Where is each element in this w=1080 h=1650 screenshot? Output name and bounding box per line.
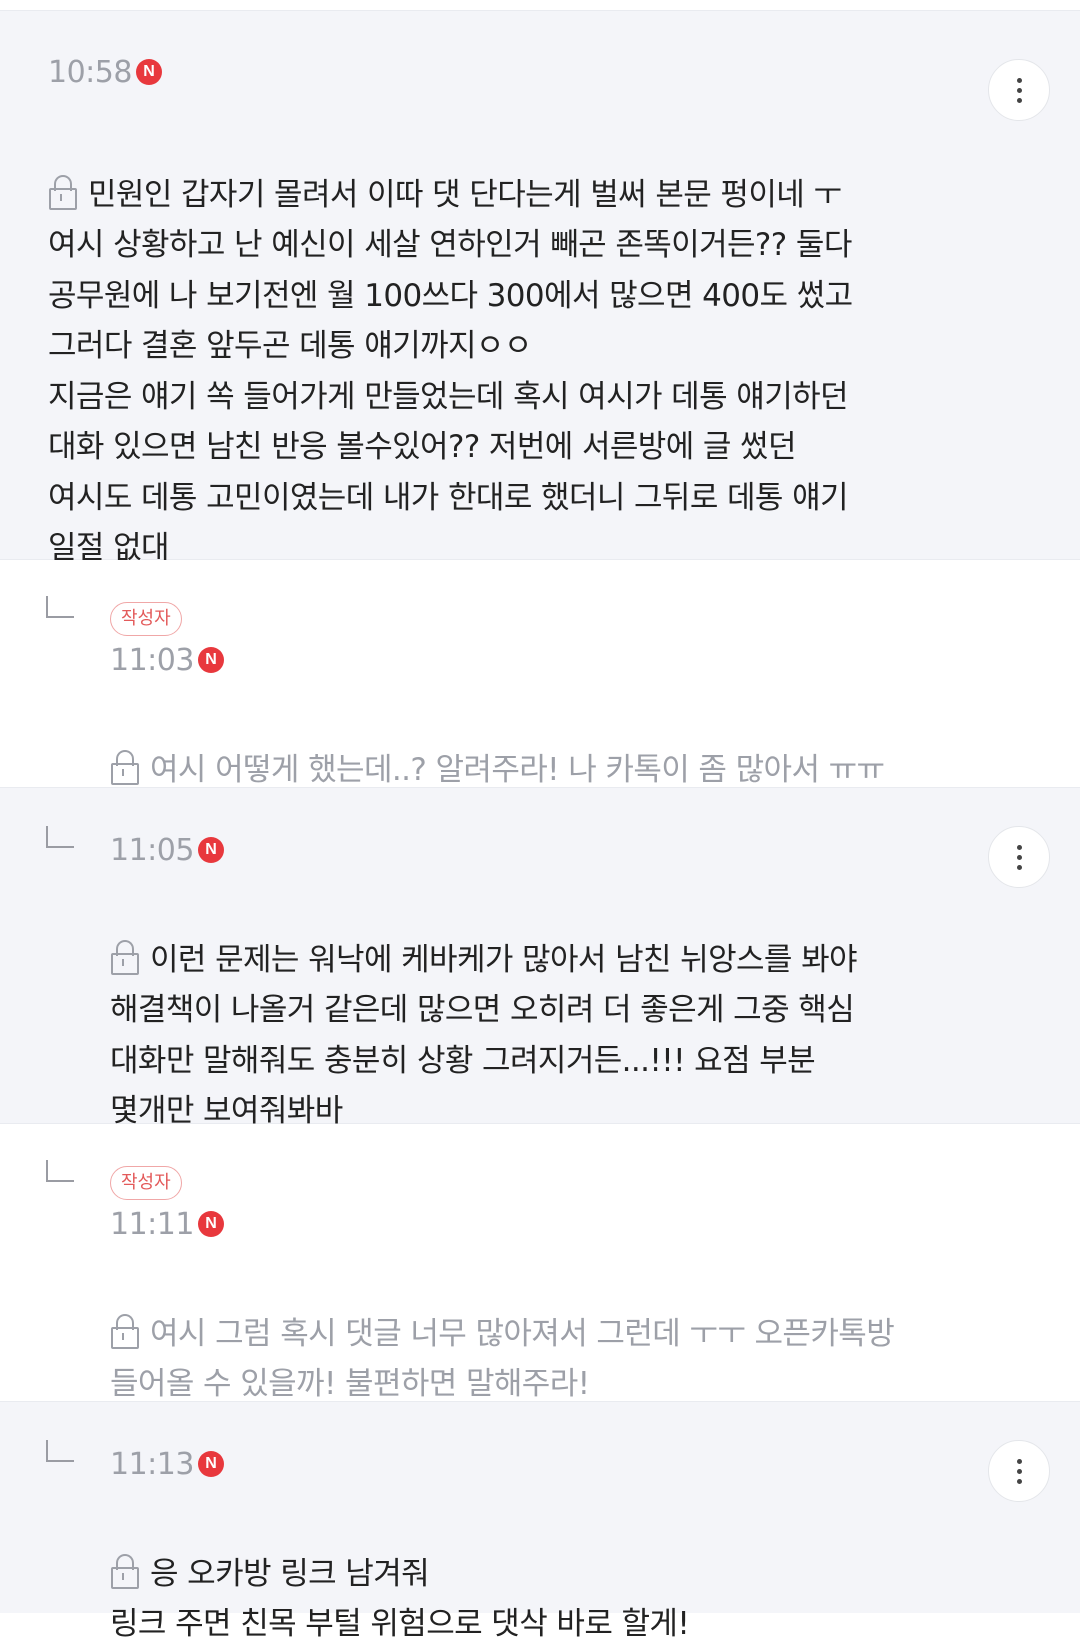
comment-time: 11:11 — [110, 1206, 194, 1242]
reply-arrow-icon — [46, 1440, 74, 1462]
new-badge: N — [197, 1451, 224, 1477]
comment-thread: 10:58 N 민원인 갑자기 몰려서 이따 댓 단다는게 벌써 본문 펑이네 … — [0, 10, 1080, 1642]
new-badge: N — [197, 647, 224, 673]
comment-time: 11:05 — [110, 832, 194, 868]
comment-meta: 11:05 N — [110, 832, 224, 868]
comment-body: 여시 그럼 혹시 댓글 너무 많아져서 그런데 ㅜㅜ 오픈카톡방 들어올 수 있… — [110, 1258, 1010, 1410]
new-badge: N — [197, 837, 224, 863]
reply-item: 11:05 N 이런 문제는 워낙에 케바케가 많아서 남친 뉘앙스를 봐야 해… — [0, 788, 1080, 1129]
author-badge: 작성자 — [110, 1166, 182, 1200]
comment-text: 민원인 갑자기 몰려서 이따 댓 단다는게 벌써 본문 펑이네 ㅜ 여시 상황하… — [48, 176, 853, 567]
comment-meta: 11:11 N — [110, 1206, 224, 1242]
more-options-button[interactable] — [988, 826, 1050, 888]
lock-icon — [110, 749, 140, 785]
more-vertical-icon — [1016, 844, 1022, 870]
reply-arrow-icon — [46, 1160, 74, 1182]
reply-item: 작성자 11:03 N 여시 어떻게 했는데..? 알려주라! 나 카톡이 좀 … — [0, 560, 1080, 788]
comment-meta: 11:13 N — [110, 1446, 224, 1482]
comment-text: 여시 어떻게 했는데..? 알려주라! 나 카톡이 좀 많아서 ㅠㅠ — [150, 751, 885, 788]
lock-icon — [110, 1553, 140, 1589]
comment-text: 이런 문제는 워낙에 케바케가 많아서 남친 뉘앙스를 봐야 해결책이 나올거 … — [110, 941, 858, 1130]
reply-item: 11:13 N 응 오카방 링크 남겨줘 링크 주면 친목 부털 위험으로 댓삭… — [0, 1402, 1080, 1642]
comment-time: 10:58 — [48, 54, 132, 90]
more-vertical-icon — [1016, 1458, 1022, 1484]
comment-meta: 11:03 N — [110, 642, 224, 678]
comment-body: 여시 어떻게 했는데..? 알려주라! 나 카톡이 좀 많아서 ㅠㅠ — [110, 694, 1010, 795]
author-badge: 작성자 — [110, 602, 182, 636]
comment-time: 11:13 — [110, 1446, 194, 1482]
more-vertical-icon — [1016, 77, 1022, 103]
more-options-button[interactable] — [988, 1440, 1050, 1502]
lock-icon — [110, 1313, 140, 1349]
reply-item: 작성자 11:11 N 여시 그럼 혹시 댓글 너무 많아져서 그런데 ㅜㅜ 오… — [0, 1124, 1080, 1402]
comment-text: 응 오카방 링크 남겨줘 링크 주면 친목 부털 위험으로 댓삭 바로 할게! — [110, 1555, 690, 1643]
comment-body: 응 오카방 링크 남겨줘 링크 주면 친목 부털 위험으로 댓삭 바로 할게! — [110, 1498, 1010, 1650]
reply-arrow-icon — [46, 826, 74, 848]
comment-time: 11:03 — [110, 642, 194, 678]
more-options-button[interactable] — [988, 59, 1050, 121]
new-badge: N — [197, 1211, 224, 1237]
comment-meta: 10:58 N — [48, 54, 162, 90]
lock-icon — [48, 174, 78, 210]
lock-icon — [110, 939, 140, 975]
new-badge: N — [135, 59, 162, 85]
comment-body: 이런 문제는 워낙에 케바케가 많아서 남친 뉘앙스를 봐야 해결책이 나올거 … — [110, 884, 1010, 1137]
comment-item: 10:58 N 민원인 갑자기 몰려서 이따 댓 단다는게 벌써 본문 펑이네 … — [0, 10, 1080, 566]
comment-text: 여시 그럼 혹시 댓글 너무 많아져서 그런데 ㅜㅜ 오픈카톡방 들어올 수 있… — [110, 1315, 895, 1403]
comment-body: 민원인 갑자기 몰려서 이따 댓 단다는게 벌써 본문 펑이네 ㅜ 여시 상황하… — [48, 119, 1008, 574]
reply-arrow-icon — [46, 596, 74, 618]
